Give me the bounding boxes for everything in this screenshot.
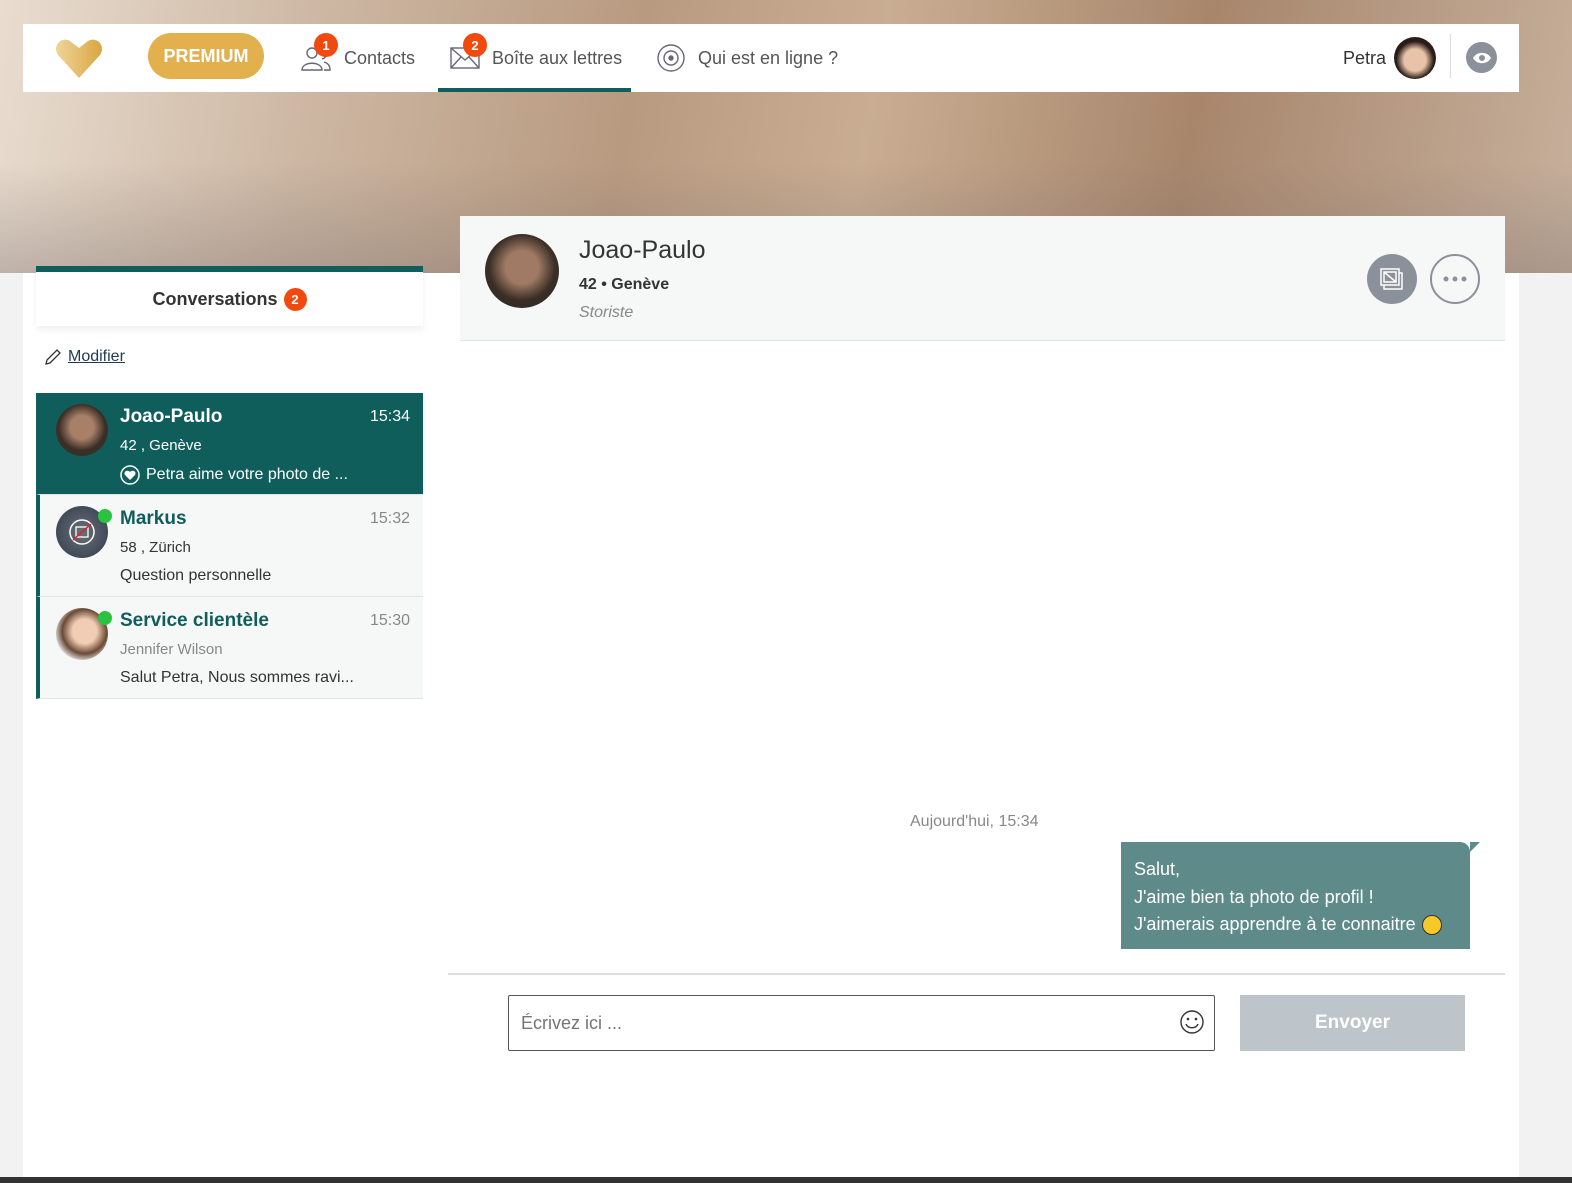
mailbox-badge: 2 bbox=[463, 33, 487, 57]
contact-avatar[interactable] bbox=[485, 234, 559, 308]
user-name: Petra bbox=[1343, 47, 1387, 68]
bottom-bar bbox=[0, 1177, 1572, 1183]
online-label: Qui est en ligne ? bbox=[698, 47, 839, 68]
message-time: 15:30 bbox=[369, 612, 410, 629]
last-message: Question personnelle bbox=[120, 567, 272, 584]
online-indicator bbox=[98, 509, 112, 523]
conversations-badge: 2 bbox=[283, 287, 307, 311]
more-icon bbox=[1443, 276, 1467, 282]
contact-name: Markus bbox=[120, 508, 187, 529]
contact-details: 42 , Genève bbox=[120, 437, 202, 454]
message-line: J'aimerais apprendre à te connaitre bbox=[1134, 914, 1416, 934]
nav-divider bbox=[1450, 34, 1451, 78]
message-line: Salut, bbox=[1134, 859, 1181, 879]
nav-mailbox[interactable]: 2 Boîte aux lettres bbox=[438, 24, 631, 92]
contact-name: Joao-Paulo bbox=[120, 406, 223, 427]
contact-details: 58 , Zürich bbox=[120, 539, 191, 556]
chat-header: Joao-Paulo 42 • Genève Storiste bbox=[460, 216, 1505, 341]
active-tab-indicator bbox=[438, 88, 631, 92]
message-timestamp: Aujourd'hui, 15:34 bbox=[910, 813, 1039, 830]
user-menu[interactable]: Petra bbox=[1343, 24, 1437, 92]
heart-circle-icon bbox=[120, 465, 140, 485]
conversation-item[interactable]: Markus 15:32 58 , Zürich Question person… bbox=[36, 495, 423, 597]
radar-icon bbox=[657, 44, 685, 72]
message-bubble: Salut, J'aime bien ta photo de profil ! … bbox=[1121, 842, 1480, 949]
more-options-button[interactable] bbox=[1430, 254, 1480, 304]
contact-name: Service clientèle bbox=[120, 610, 269, 631]
message-time: 15:32 bbox=[369, 510, 410, 527]
conversation-item[interactable]: Joao-Paulo 15:34 42 , Genève Petra aime … bbox=[36, 393, 423, 495]
message-time: 15:34 bbox=[369, 408, 410, 425]
composer-divider bbox=[448, 973, 1505, 975]
heart-logo-icon[interactable] bbox=[55, 38, 103, 78]
message-line: J'aime bien ta photo de profil ! bbox=[1134, 886, 1374, 907]
send-button[interactable]: Envoyer bbox=[1240, 995, 1465, 1051]
edit-label: Modifier bbox=[68, 348, 125, 365]
message-input[interactable] bbox=[508, 995, 1215, 1051]
emoji-picker-icon[interactable] bbox=[1179, 1009, 1205, 1035]
contacts-badge: 1 bbox=[314, 33, 338, 57]
conversation-list: Joao-Paulo 15:34 42 , Genève Petra aime … bbox=[36, 393, 423, 699]
visibility-button[interactable] bbox=[1466, 42, 1497, 73]
nav-contacts[interactable]: 1 Contacts bbox=[300, 24, 415, 92]
online-indicator bbox=[98, 611, 112, 625]
photos-icon bbox=[1380, 268, 1403, 290]
top-nav: PREMIUM 1 Contacts 2 Boîte aux lettres Q… bbox=[23, 24, 1519, 92]
last-message: Petra aime votre photo de ... bbox=[120, 465, 348, 485]
mailbox-label: Boîte aux lettres bbox=[492, 47, 623, 68]
photos-button[interactable] bbox=[1367, 254, 1417, 304]
conversations-header: Conversations 2 bbox=[36, 266, 423, 326]
edit-link[interactable]: Modifier bbox=[44, 348, 423, 366]
chat-contact-name[interactable]: Joao-Paulo bbox=[579, 236, 705, 265]
avatar bbox=[56, 404, 108, 456]
eye-icon bbox=[1472, 52, 1491, 63]
smiley-emoji-icon bbox=[1421, 914, 1442, 935]
nav-online[interactable]: Qui est en ligne ? bbox=[656, 24, 838, 92]
pencil-icon bbox=[45, 349, 61, 365]
contact-details: Jennifer Wilson bbox=[120, 641, 223, 658]
conversations-title: Conversations bbox=[152, 288, 278, 309]
premium-button[interactable]: PREMIUM bbox=[148, 33, 264, 79]
conversation-item[interactable]: Service clientèle 15:30 Jennifer Wilson … bbox=[36, 597, 423, 699]
chat-contact-job: Storiste bbox=[579, 304, 634, 321]
last-message-text: Petra aime votre photo de ... bbox=[146, 466, 348, 483]
contacts-label: Contacts bbox=[344, 47, 416, 68]
conversations-sidebar: Conversations 2 Modifier Joao-Paulo 15:3… bbox=[36, 266, 423, 699]
chat-contact-meta: 42 • Genève bbox=[579, 276, 670, 293]
last-message: Salut Petra, Nous sommes ravi... bbox=[120, 669, 354, 686]
user-avatar bbox=[1394, 37, 1437, 79]
